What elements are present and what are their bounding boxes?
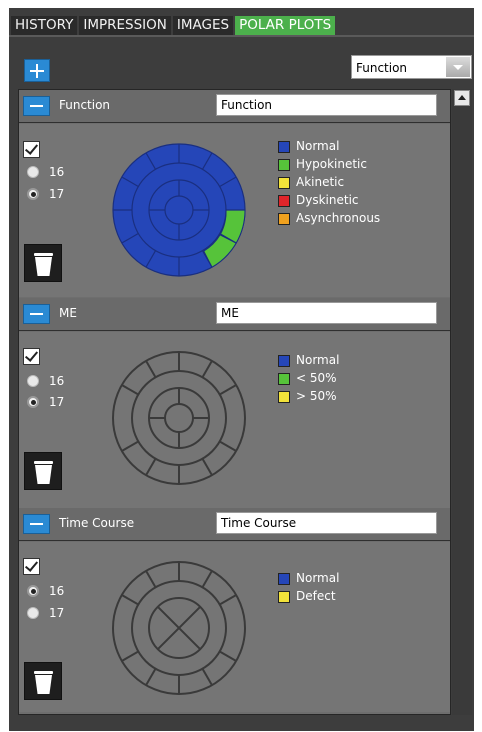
chevron-down-icon[interactable] <box>446 57 470 77</box>
plot-name-field[interactable]: Function <box>216 94 437 116</box>
tab-bar: HISTORY IMPRESSION IMAGES POLAR PLOTS <box>11 16 337 35</box>
panel-header: Function Function <box>19 90 450 123</box>
segment-17-label: 17 <box>49 606 65 620</box>
tab-images[interactable]: IMAGES <box>172 16 234 35</box>
polar-plot-function <box>112 143 246 277</box>
panel-header: ME ME <box>19 298 450 331</box>
segment-16-label: 16 <box>49 374 65 388</box>
panel-title: Time Course <box>59 516 135 530</box>
segment-17-label: 17 <box>49 187 65 201</box>
segment-16-label: 16 <box>49 584 65 598</box>
panel-header: Time Course Time Course <box>19 508 450 541</box>
show-checkbox[interactable] <box>23 141 40 158</box>
panel-title: ME <box>59 306 77 320</box>
segment-16-radio[interactable] <box>27 585 39 597</box>
segment-17-radio[interactable] <box>27 607 39 619</box>
delete-button[interactable] <box>24 244 62 282</box>
polar-plot-time-course <box>112 561 246 695</box>
panel-title: Function <box>59 98 111 112</box>
tab-history[interactable]: HISTORY <box>11 16 78 35</box>
panel-body: 16 17 <box>19 332 450 508</box>
vertical-scrollbar[interactable] <box>452 89 472 715</box>
tab-polar-plots[interactable]: POLAR PLOTS <box>235 16 336 35</box>
collapse-button[interactable] <box>23 96 50 116</box>
panel-body: 16 17 <box>19 124 450 297</box>
segment-16-label: 16 <box>49 165 65 179</box>
segment-17-radio[interactable] <box>27 188 39 200</box>
plot-type-value: Function <box>356 61 408 75</box>
polar-plot-me <box>112 351 246 485</box>
collapse-button[interactable] <box>23 304 50 324</box>
plot-name-field[interactable]: Time Course <box>216 512 437 534</box>
show-checkbox[interactable] <box>23 558 40 575</box>
plot-name-field[interactable]: ME <box>216 302 437 324</box>
segment-16-radio[interactable] <box>27 166 39 178</box>
segment-16-radio[interactable] <box>27 375 39 387</box>
segment-17-radio[interactable] <box>27 396 39 408</box>
plot-type-select[interactable]: Function <box>351 55 472 79</box>
delete-button[interactable] <box>24 662 62 700</box>
show-checkbox[interactable] <box>23 348 40 365</box>
delete-button[interactable] <box>24 452 62 490</box>
tab-underline <box>9 35 474 37</box>
tab-impression[interactable]: IMPRESSION <box>79 16 171 35</box>
collapse-button[interactable] <box>23 514 50 534</box>
add-plot-button[interactable] <box>24 59 50 82</box>
panel-body: 16 17 <box>19 542 450 712</box>
segment-17-label: 17 <box>49 395 65 409</box>
scroll-up-arrow-icon[interactable] <box>454 90 470 106</box>
